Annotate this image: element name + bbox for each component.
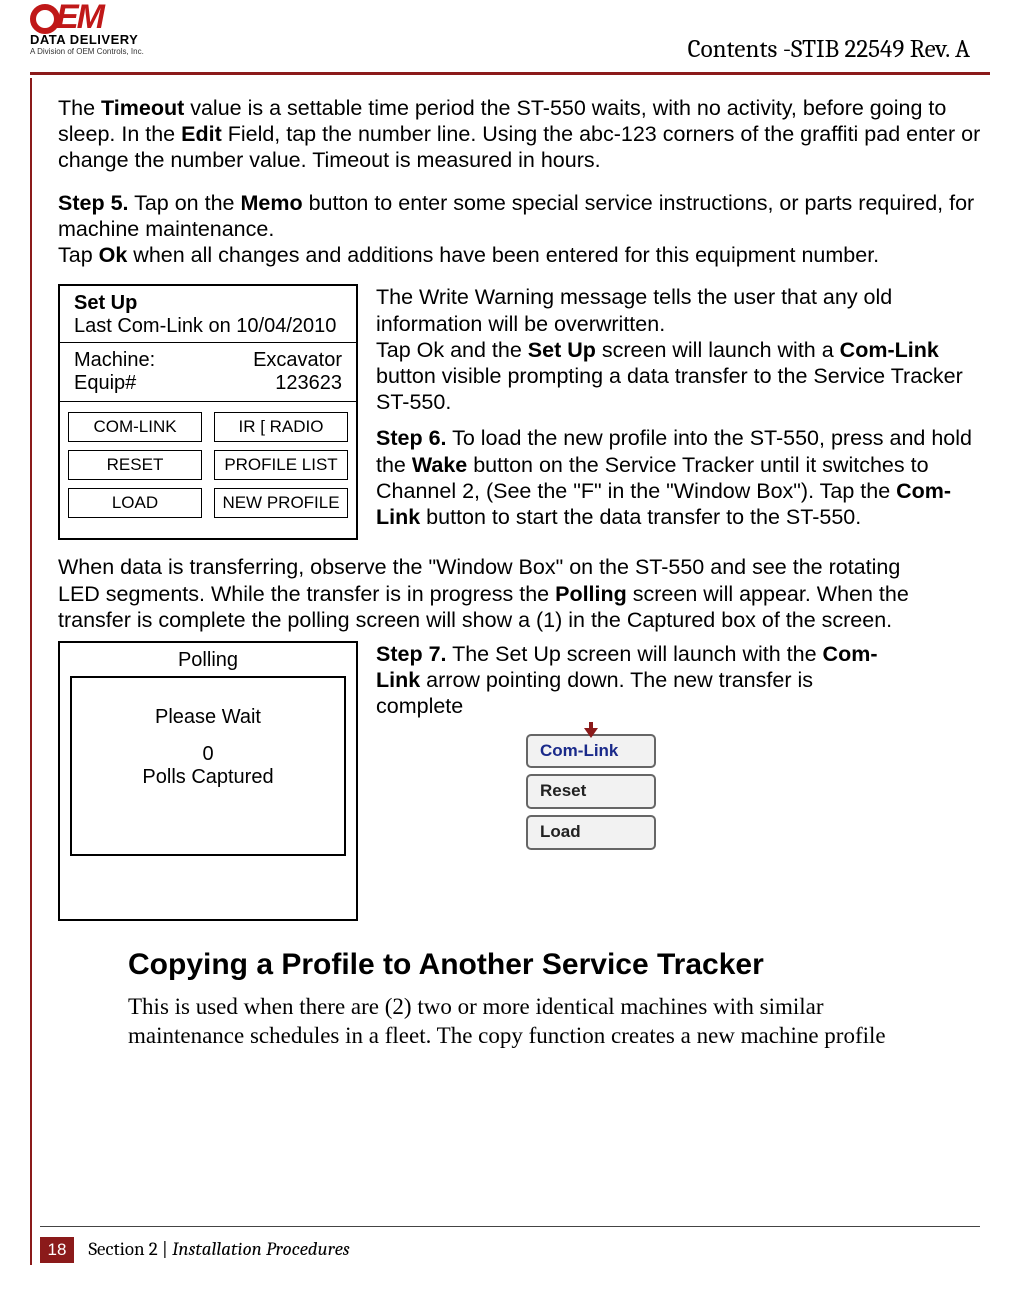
polling-panel: Polling Please Wait 0 Polls Captured [58,641,358,921]
paragraph-transfer: When data is transferring, observe the "… [58,554,995,633]
paragraph-timeout: The Timeout value is a settable time per… [58,95,995,174]
polling-wait: Please Wait [72,706,344,729]
load-stack-button[interactable]: Load [526,815,656,850]
polling-count: 0 [72,743,344,766]
step7-text: Step 7. The Set Up screen will launch wi… [376,641,995,921]
reset-button[interactable]: RESET [68,450,202,480]
polling-title: Polling [70,649,346,672]
section-heading: Copying a Profile to Another Service Tra… [128,945,995,986]
comlink-stack-button[interactable]: Com-Link [526,734,656,769]
logo-line3: A Division of OEM Controls, Inc. [30,47,210,56]
machine-label: Machine: [74,349,155,372]
comlink-button[interactable]: COM-LINK [68,412,202,442]
equip-label: Equip# [74,372,136,395]
logo: EM DATA DELIVERY A Division of OEM Contr… [30,2,210,56]
polling-label: Polls Captured [72,766,344,789]
logo-line2: DATA DELIVERY [30,32,210,47]
arrow-down-icon [584,728,598,738]
page-header: EM DATA DELIVERY A Division of OEM Contr… [30,0,990,75]
left-vertical-rule [30,78,32,1265]
setup-title: Set Up [68,292,348,315]
header-title: Contents -STIB 22549 Rev. A [688,35,970,64]
load-button[interactable]: LOAD [68,488,202,518]
section-body: This is used when there are (2) two or m… [128,993,995,1051]
new-profile-button[interactable]: NEW PROFILE [214,488,348,518]
paragraph-step5: Step 5. Tap on the Memo button to enter … [58,190,995,242]
ir-radio-button[interactable]: IR [ RADIO [214,412,348,442]
setup-subtitle: Last Com-Link on 10/04/2010 [68,315,348,338]
equip-value: 123623 [275,372,342,395]
setup-side-text: The Write Warning message tells the user… [376,284,995,540]
setup-panel: Set Up Last Com-Link on 10/04/2010 Machi… [58,284,358,540]
profile-list-button[interactable]: PROFILE LIST [214,450,348,480]
machine-value: Excavator [253,349,342,372]
page-footer: 18 Section 2 | Installation Procedures [40,1226,980,1263]
reset-stack-button[interactable]: Reset [526,774,656,809]
paragraph-tap-ok: Tap Ok when all changes and additions ha… [58,242,995,268]
page-number: 18 [40,1237,74,1263]
